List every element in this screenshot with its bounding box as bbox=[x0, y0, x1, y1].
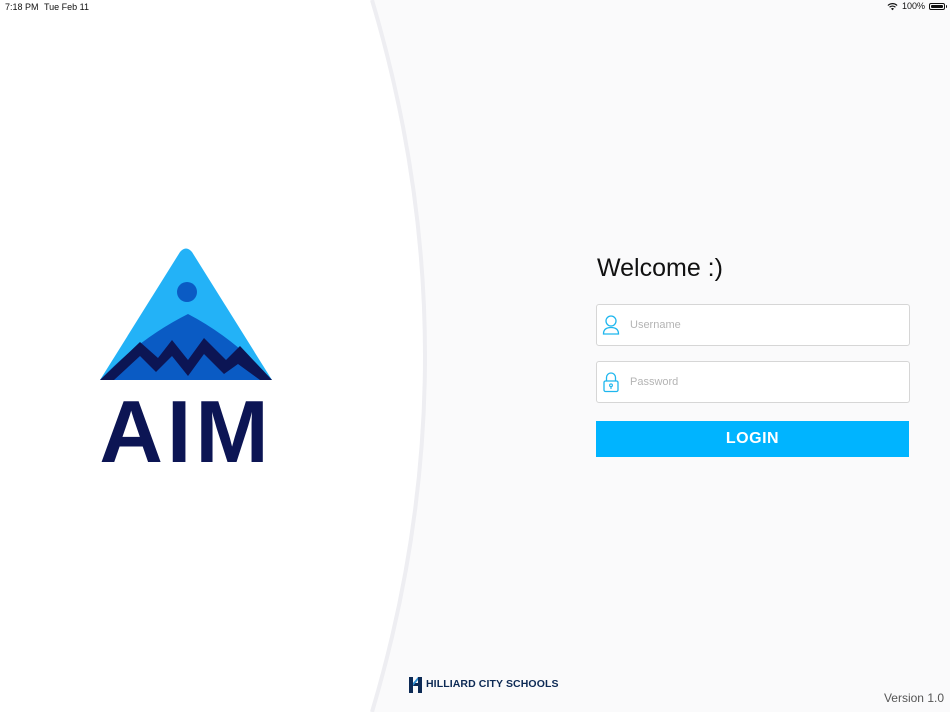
hilliard-h-icon bbox=[409, 677, 422, 693]
school-name: HILLIARD CITY SCHOOLS bbox=[426, 678, 559, 690]
status-date: Tue Feb 11 bbox=[44, 2, 90, 12]
status-time: 7:18 PM bbox=[5, 2, 39, 12]
aim-logo: AIM bbox=[100, 248, 272, 466]
password-field[interactable] bbox=[596, 361, 910, 403]
welcome-heading: Welcome :) bbox=[597, 254, 723, 282]
battery-icon bbox=[929, 2, 947, 10]
password-input[interactable] bbox=[630, 362, 900, 402]
battery-percent: 100% bbox=[901, 1, 925, 11]
wifi-icon bbox=[887, 2, 898, 10]
username-input[interactable] bbox=[630, 305, 900, 345]
lock-icon bbox=[603, 372, 619, 393]
login-button[interactable]: LOGIN bbox=[596, 421, 909, 457]
logo-wordmark: AIM bbox=[100, 382, 272, 466]
user-icon bbox=[602, 315, 620, 335]
version-label: Version 1.0 bbox=[883, 691, 944, 705]
username-field[interactable] bbox=[596, 304, 910, 346]
panel-curve-divider bbox=[360, 0, 427, 712]
status-bar: 7:18 PM Tue Feb 11 100% bbox=[0, 0, 950, 14]
status-right: 100% bbox=[887, 1, 947, 11]
school-logo: HILLIARD CITY SCHOOLS bbox=[408, 674, 559, 694]
